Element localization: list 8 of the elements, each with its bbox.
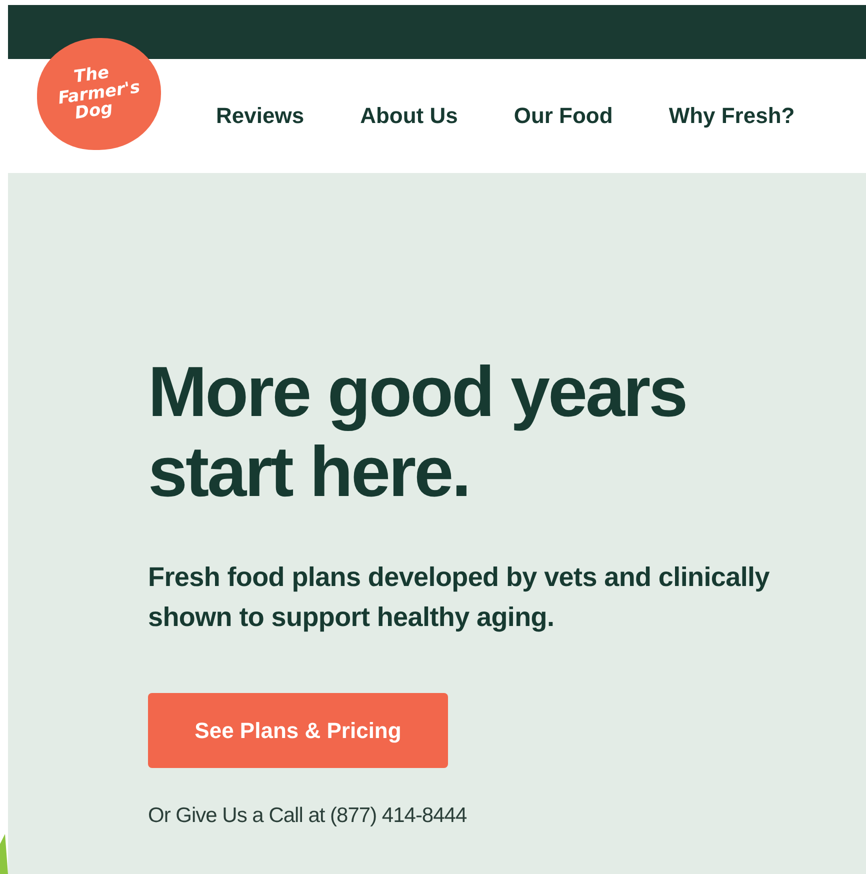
phone-text: Or Give Us a Call at (877) 414-8444 [148, 804, 468, 828]
headline: More good years start here. [148, 353, 688, 513]
nav-link[interactable]: About Us [360, 103, 458, 129]
corner-decoration [0, 834, 8, 874]
nav-link[interactable]: Reviews [216, 103, 304, 129]
subheadline: Fresh food plans developed by vets and clinically shown to support healthy aging. [148, 561, 770, 634]
nav-link[interactable]: Our Food [514, 103, 613, 129]
nav-link[interactable]: Why Fresh? [668, 103, 795, 129]
